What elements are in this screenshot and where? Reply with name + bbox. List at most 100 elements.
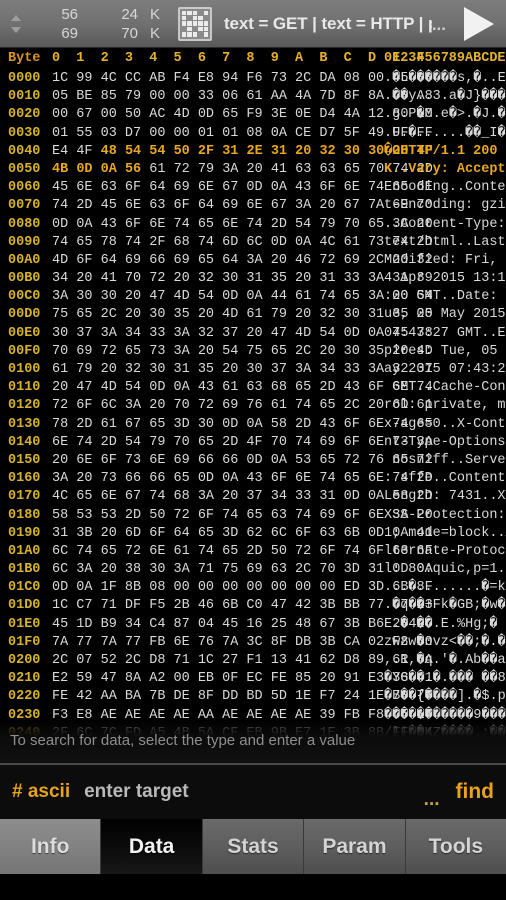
hex-row-bytes: 20 47 4D 54 0D 0A 43 61 63 68 65 2D 43 6… (52, 380, 433, 396)
hex-row-ascii: K..Vary: Accept- (384, 161, 506, 177)
hex-row-offset: 0020 (8, 107, 41, 123)
hex-row-offset: 0040 (8, 143, 41, 159)
hex-row[interactable]: 0030 01 55 03 D7 00 00 01 01 08 0A CE D7 … (0, 125, 506, 143)
hex-row[interactable]: 0000 1C 99 4C CC AB F4 E8 94 F6 73 2C DA … (0, 70, 506, 88)
hex-row-ascii: �YG��.�.��� ��8A (384, 671, 506, 687)
tab-data[interactable]: Data (101, 819, 203, 874)
hex-row[interactable]: 0210 E2 59 47 8A A2 00 EB 0F EC FE 85 20 … (0, 670, 506, 688)
hex-row-bytes: 74 65 78 74 2F 68 74 6D 6C 0D 0A 4C 61 7… (52, 234, 433, 250)
hex-row-offset: 0180 (8, 507, 41, 523)
hex-row[interactable]: 0080 0D 0A 43 6F 6E 74 65 6E 74 2D 54 79 … (0, 216, 506, 234)
hex-row-list[interactable]: 0000 1C 99 4C CC AB F4 E8 94 F6 73 2C DA … (0, 70, 506, 763)
hex-header-columns: 0 1 2 3 4 5 6 7 8 9 A B C D E F (52, 51, 425, 66)
hex-row-bytes: 45 6E 63 6F 64 69 6E 67 0D 0A 43 6F 6E 7… (52, 180, 433, 196)
hex-row-ascii: .g.P�M.e�>.�J.�. (384, 107, 506, 123)
hex-row-offset: 00B0 (8, 271, 41, 287)
hex-row[interactable]: 01F0 7A 77 7A 77 FB 6E 76 7A 3C 8F DB 3B … (0, 634, 506, 652)
hex-row[interactable]: 0160 3A 20 73 66 66 65 0D 0A 43 6F 6E 74 … (0, 470, 506, 488)
grid-cell (192, 21, 198, 26)
hex-row-bytes: 00 67 00 50 AC 4D 0D 65 F9 3E 0E D4 4A 1… (52, 107, 433, 123)
hex-row-ascii: rol: private, ma (384, 398, 506, 414)
hex-row[interactable]: 01E0 45 1D B9 34 C4 87 04 45 16 25 48 67 … (0, 616, 506, 634)
hex-row-bytes: 78 2D 61 67 65 3D 30 0D 0A 58 2D 43 6F 6… (52, 416, 433, 432)
hex-row[interactable]: 0200 2C 07 52 2C D8 71 1C 27 F1 13 41 62 … (0, 652, 506, 670)
hex-row-bytes: 6C 3A 20 38 30 3A 71 75 69 63 2C 70 3D 3… (52, 562, 433, 578)
tab-stats[interactable]: Stats (202, 819, 305, 874)
grid-cell (192, 15, 198, 21)
hex-row[interactable]: 01B0 6C 3A 20 38 30 3A 71 75 69 63 2C 70 … (0, 561, 506, 579)
hex-row-offset: 00A0 (8, 252, 41, 268)
hex-row-ascii: :00 GMT..Date: T (384, 289, 506, 305)
hex-row[interactable]: 0150 20 6E 6F 73 6E 69 66 66 0D 0A 53 65 … (0, 452, 506, 470)
grid-cell (192, 32, 198, 37)
hex-row-offset: 0130 (8, 416, 41, 432)
hex-row[interactable]: 0220 FE 42 AA BA 7B DE 8F DD BD 5D 1E F7 … (0, 688, 506, 706)
hex-row-ascii: t-Encoding: gzip (384, 198, 506, 214)
triangle-down-icon[interactable] (11, 26, 21, 33)
hex-row[interactable]: 0110 20 47 4D 54 0D 0A 43 61 63 68 65 2D … (0, 379, 506, 397)
hex-row-bytes: 58 53 53 2D 50 72 6F 74 65 63 74 69 6F 6… (52, 507, 433, 523)
hex-row[interactable]: 0010 05 BE 85 79 00 00 33 06 61 AA 4A 7D … (0, 88, 506, 106)
hex-row-offset: 0190 (8, 525, 41, 541)
filter-expression[interactable]: text = GET | text = HTTP | port = (224, 14, 432, 34)
hex-row-bytes: 05 BE 85 79 00 00 33 06 61 AA 4A 7D 8F 8… (52, 89, 433, 105)
hex-row-bytes: 4B 0D 0A 56 61 72 79 3A 20 41 63 63 65 7… (52, 161, 433, 177)
hex-row[interactable]: 00E0 30 37 3A 34 33 3A 32 37 20 47 4D 54 … (0, 325, 506, 343)
hex-row[interactable]: 0170 4C 65 6E 67 74 68 3A 20 37 34 33 31 … (0, 488, 506, 506)
hex-row[interactable]: 0120 72 6F 6C 3A 20 70 72 69 76 61 74 65 … (0, 397, 506, 415)
hex-row[interactable]: 0040 E4 4F 48 54 54 50 2F 31 2E 31 20 32 … (0, 143, 506, 161)
hex-row[interactable]: 00F0 70 69 72 65 73 3A 20 54 75 65 2C 20 … (0, 343, 506, 361)
hex-row[interactable]: 0090 74 65 78 74 2F 68 74 6D 6C 0D 0A 4C … (0, 234, 506, 252)
capture-start-button[interactable] (452, 0, 506, 48)
hex-row-bytes: 20 6E 6F 73 6E 69 66 66 0D 0A 53 65 72 7… (52, 452, 433, 468)
hex-row[interactable]: 00D0 75 65 2C 20 30 35 20 4D 61 79 20 32 … (0, 306, 506, 324)
hex-row[interactable]: 01C0 0D 0A 1F 8B 08 00 00 00 00 00 00 00 … (0, 579, 506, 597)
hex-row[interactable]: 0190 31 3B 20 6D 6F 64 65 3D 62 6C 6F 63 … (0, 525, 506, 543)
hex-row-offset: 01A0 (8, 543, 41, 559)
search-target-input[interactable]: enter target (84, 781, 424, 803)
hex-row-ascii: .U.�......��_I�� (384, 125, 506, 141)
hex-row[interactable]: 00B0 34 20 41 70 72 20 32 30 31 35 20 31 … (0, 270, 506, 288)
search-type-selector[interactable]: # ascii (12, 781, 70, 803)
hex-row-ascii: pires: Tue, 05 M (384, 343, 506, 359)
find-bar: # ascii enter target ... find (0, 763, 506, 819)
triangle-up-icon[interactable] (11, 14, 21, 21)
hex-dump-view[interactable]: Byte 0 1 2 3 4 5 6 7 8 9 A B C D E F 012… (0, 48, 506, 763)
hex-row-offset: 0200 (8, 653, 41, 668)
hex-row-bytes: 4D 6F 64 69 66 69 65 64 3A 20 46 72 69 2… (52, 252, 433, 268)
hex-row[interactable]: 0020 00 67 00 50 AC 4D 0D 65 F9 3E 0E D4 … (0, 106, 506, 124)
grid-cell (182, 32, 187, 37)
grid-cell (182, 21, 187, 26)
hex-row[interactable]: 01A0 6C 74 65 72 6E 61 74 65 2D 50 72 6F … (0, 543, 506, 561)
tab-param[interactable]: Param (304, 819, 406, 874)
hex-column-header: Byte 0 1 2 3 4 5 6 7 8 9 A B C D E F 012… (0, 48, 506, 70)
matrix-grid-icon[interactable] (178, 6, 212, 41)
hex-row[interactable]: 00C0 3A 30 30 20 47 4D 54 0D 0A 44 61 74 … (0, 288, 506, 306)
hex-row-ascii: lternate-Protoco (384, 543, 506, 559)
hex-row-ascii: E.�4��.E.%Hg;� , (384, 616, 506, 632)
find-button[interactable]: find (450, 780, 494, 804)
grid-cell (192, 10, 198, 15)
hex-row[interactable]: 0100 61 79 20 32 30 31 35 20 30 37 3A 34 … (0, 361, 506, 379)
hex-row[interactable]: 01D0 1C C7 71 DF F5 2B 46 6B C0 47 42 3B … (0, 597, 506, 615)
hex-row[interactable]: 00A0 4D 6F 64 69 66 69 65 64 3A 20 46 72 … (0, 252, 506, 270)
hex-row-bytes: 75 65 2C 20 30 35 20 4D 61 79 20 32 30 3… (52, 307, 433, 323)
hex-row[interactable]: 0070 74 2D 45 6E 63 6F 64 69 6E 67 3A 20 … (0, 197, 506, 215)
hex-row-ascii: Encoding..Conten (384, 180, 506, 196)
hex-row-offset: 01F0 (8, 634, 41, 650)
hex-row-ascii: XSS-Protection: (384, 507, 506, 523)
filter-overflow-ellipsis[interactable]: ... (432, 15, 452, 41)
hex-row-ascii: Modified: Fri, 2 (384, 252, 506, 268)
grid-cell (187, 32, 192, 37)
hex-row[interactable]: 0050 4B 0D 0A 56 61 72 79 3A 20 41 63 63 … (0, 161, 506, 179)
find-options-button[interactable]: ... (424, 789, 450, 819)
hex-row[interactable]: 0130 78 2D 61 67 65 3D 30 0D 0A 58 2D 43 … (0, 416, 506, 434)
hex-row-bytes: E2 59 47 8A A2 00 EB 0F EC FE 85 20 91 E… (52, 671, 433, 687)
tab-tools[interactable]: Tools (405, 819, 506, 874)
hex-row[interactable]: 0060 45 6E 63 6F 64 69 6E 67 0D 0A 43 6F … (0, 179, 506, 197)
hex-row[interactable]: 0140 6E 74 2D 54 79 70 65 2D 4F 70 74 69 … (0, 434, 506, 452)
tab-info[interactable]: Info (0, 819, 102, 874)
tab-label: Data (128, 834, 175, 858)
hex-row[interactable]: 0180 58 53 53 2D 50 72 6F 74 65 63 74 69 … (0, 507, 506, 525)
packet-nav-arrows[interactable] (0, 4, 26, 44)
